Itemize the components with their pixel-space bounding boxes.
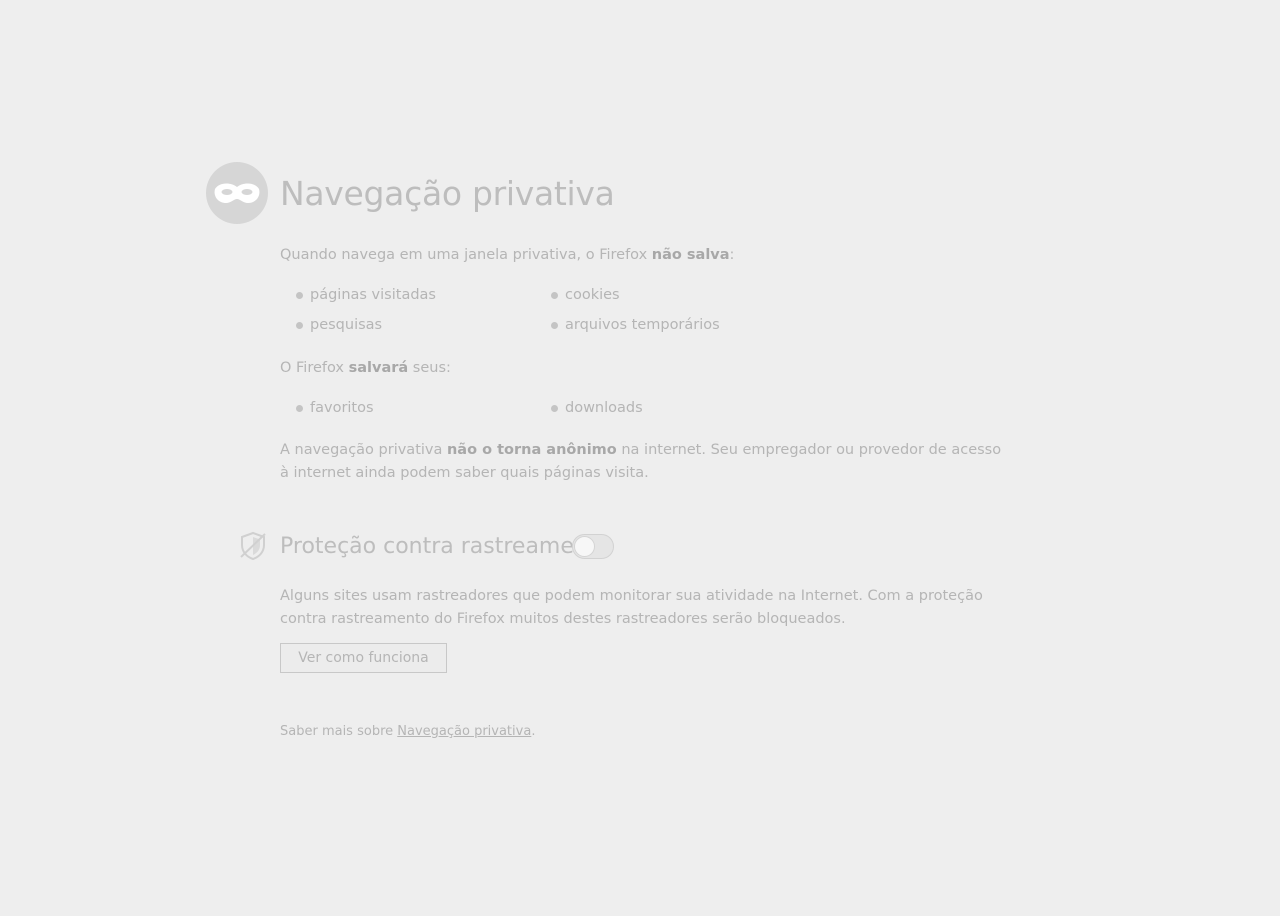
list-item: páginas visitadas: [296, 284, 551, 307]
not-saved-item-label: arquivos temporários: [565, 317, 720, 333]
not-saved-intro-prefix: Quando navega em uma janela privativa, o…: [280, 247, 652, 263]
footer-prefix: Saber mais sobre: [280, 724, 398, 739]
not-saved-item-label: pesquisas: [310, 317, 383, 333]
will-save-intro-prefix: O Firefox: [280, 360, 349, 376]
bullet-icon: [551, 322, 558, 329]
see-how-it-works-button[interactable]: Ver como funciona: [280, 643, 447, 673]
list-item: cookies: [551, 284, 806, 307]
toggle-knob: [574, 536, 595, 557]
not-saved-intro-bold: não salva: [651, 247, 730, 263]
not-saved-intro: Quando navega em uma janela privativa, o…: [280, 244, 734, 267]
tracking-protection-title: Proteção contra rastreamento: [280, 534, 610, 559]
will-save-item-label: favoritos: [310, 400, 374, 416]
private-browsing-page: Navegação privativa Quando navega em uma…: [0, 0, 1280, 916]
will-save-list: favoritos downloads: [296, 397, 816, 420]
bullet-icon: [551, 405, 558, 412]
not-saved-list: páginas visitadas cookies pesquisas arqu…: [296, 284, 816, 337]
not-saved-item-label: cookies: [565, 287, 620, 303]
page-title: Navegação privativa: [280, 174, 615, 213]
learn-more-footer: Saber mais sobre Navegação privativa.: [280, 723, 535, 741]
list-item: downloads: [551, 397, 806, 420]
shield-icon: [237, 530, 269, 562]
bullet-icon: [296, 405, 303, 412]
anonymity-notice: A navegação privativa não o torna anônim…: [280, 439, 1010, 485]
list-item: favoritos: [296, 397, 551, 420]
will-save-item-label: downloads: [565, 400, 643, 416]
tracking-protection-description: Alguns sites usam rastreadores que podem…: [280, 588, 983, 627]
private-browsing-link[interactable]: Navegação privativa: [397, 724, 531, 739]
will-save-intro-bold: salvará: [348, 360, 409, 376]
mask-icon: [206, 162, 268, 224]
list-item: arquivos temporários: [551, 314, 806, 337]
will-save-intro: O Firefox salvará seus:: [280, 357, 451, 380]
anonymity-bold: não o torna anônimo: [446, 442, 617, 458]
bullet-icon: [296, 292, 303, 299]
not-saved-item-label: páginas visitadas: [310, 287, 436, 303]
footer-suffix: .: [531, 724, 536, 739]
anonymity-prefix: A navegação privativa: [280, 442, 447, 458]
list-item: pesquisas: [296, 314, 551, 337]
bullet-icon: [296, 322, 303, 329]
bullet-icon: [551, 292, 558, 299]
tracking-protection-toggle[interactable]: [572, 534, 614, 559]
not-saved-intro-suffix: :: [729, 247, 735, 263]
will-save-intro-suffix: seus:: [408, 360, 451, 376]
